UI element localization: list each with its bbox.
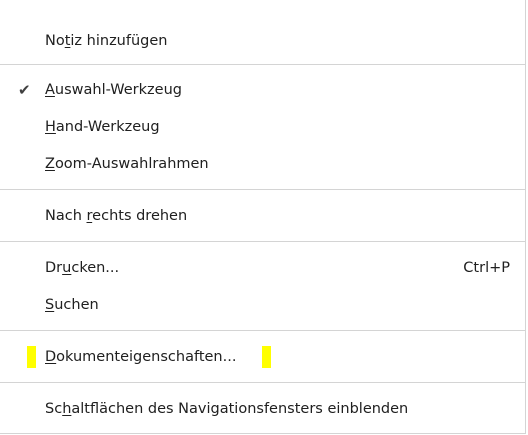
- menu-item-print[interactable]: Drucken... Ctrl+P: [0, 251, 525, 285]
- menu-separator: [0, 241, 525, 242]
- menu-item-label: Drucken...: [45, 260, 120, 276]
- menu-item-hand-tool[interactable]: Hand-Werkzeug: [0, 110, 525, 144]
- menu-item-label: Notiz hinzufügen: [45, 33, 168, 49]
- menu-item-add-note[interactable]: Notiz hinzufügen: [0, 24, 525, 58]
- checkmark-icon: ✔: [18, 81, 31, 99]
- menu-separator: [0, 189, 525, 190]
- menu-item-select-tool[interactable]: ✔ Auswahl-Werkzeug: [0, 73, 525, 107]
- menu-item-rotate-right[interactable]: Nach rechts drehen: [0, 199, 525, 233]
- menu-item-zoom-marquee[interactable]: Zoom-Auswahlrahmen: [0, 147, 525, 181]
- context-menu: Notiz hinzufügen ✔ Auswahl-Werkzeug Hand…: [0, 0, 526, 434]
- menu-item-label: Dokumenteigenschaften...: [45, 349, 237, 365]
- menu-separator: [0, 64, 525, 65]
- menu-item-label: Hand-Werkzeug: [45, 119, 160, 135]
- menu-item-label: Nach rechts drehen: [45, 208, 188, 224]
- menu-item-label: Schaltflächen des Navigationsfensters ei…: [45, 401, 409, 417]
- menu-item-label: Zoom-Auswahlrahmen: [45, 156, 209, 172]
- menu-separator: [0, 330, 525, 331]
- menu-item-show-navigation-buttons[interactable]: Schaltflächen des Navigationsfensters ei…: [0, 392, 525, 426]
- menu-item-label: Suchen: [45, 297, 99, 313]
- menu-item-shortcut: Ctrl+P: [463, 260, 510, 276]
- menu-item-document-properties[interactable]: Dokumenteigenschaften...: [0, 340, 525, 374]
- menu-separator: [0, 382, 525, 383]
- menu-item-search[interactable]: Suchen: [0, 288, 525, 322]
- menu-item-label: Auswahl-Werkzeug: [45, 82, 182, 98]
